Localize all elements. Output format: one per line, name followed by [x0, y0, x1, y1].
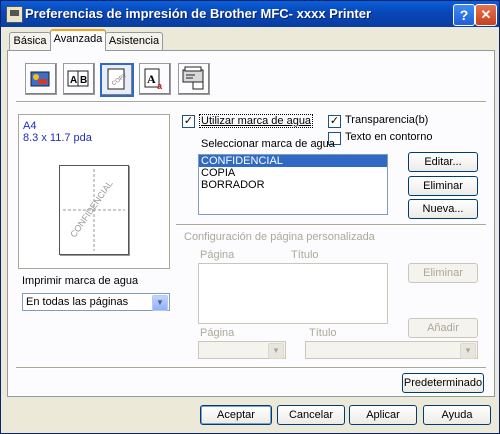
custom-page-settings-label: Configuración de página personalizada [184, 231, 378, 243]
add-page-button: Añadir [408, 318, 478, 338]
cancel-button[interactable]: Cancelar [277, 405, 345, 425]
title-select: ▼ [305, 341, 478, 359]
chevron-down-icon: ▼ [152, 295, 168, 311]
print-watermark-select[interactable]: En todas las páginas ▼ [22, 293, 170, 311]
paper-size: A4 [23, 120, 37, 132]
window-title: Preferencias de impresión de Brother MFC… [25, 6, 372, 21]
divider [176, 224, 486, 226]
svg-text:A: A [147, 72, 156, 86]
help-title-button[interactable]: ? [453, 4, 475, 26]
list-item[interactable]: COPIA [199, 167, 387, 179]
apply-button[interactable]: Aplicar [349, 405, 417, 425]
tab-avanzada[interactable]: Avanzada [50, 29, 106, 51]
chevron-down-icon: ▼ [268, 343, 284, 359]
watermark-listbox[interactable]: CONFIDENCIAL COPIA BORRADOR [198, 154, 388, 215]
divider [16, 367, 486, 369]
duplex-icon[interactable]: AB [63, 63, 95, 95]
device-options-icon[interactable] [178, 63, 210, 95]
svg-text:A: A [70, 75, 77, 86]
outline-text-label: Texto en contorno [345, 131, 433, 143]
color-icon[interactable] [25, 63, 57, 95]
delete-page-button: Eliminar [408, 263, 478, 283]
advanced-tab-panel: AB COPY Aa A4 8.3 x 11.7 pda CONFIDENCIA… [7, 50, 495, 397]
select-watermark-label: Seleccionar marca de agua [201, 138, 335, 150]
tab-basica[interactable]: Básica [9, 32, 51, 50]
list-item[interactable]: CONFIDENCIAL [199, 155, 387, 167]
preview-page: CONFIDENCIAL [59, 165, 129, 255]
page-preview: A4 8.3 x 11.7 pda CONFIDENCIAL [18, 114, 170, 269]
default-button[interactable]: Predeterminado [402, 373, 484, 393]
divider [16, 101, 486, 103]
delete-button[interactable]: Eliminar [408, 176, 478, 196]
use-watermark-checkbox[interactable]: ✓ [182, 115, 195, 128]
printer-icon [6, 6, 23, 23]
new-button[interactable]: Nueva... [408, 199, 478, 219]
chevron-down-icon: ▼ [460, 343, 476, 359]
page-label: Página [200, 327, 235, 339]
title-column-header: Título [291, 249, 319, 261]
page-column-header: Página [200, 249, 235, 261]
transparency-label: Transparencia(b) [345, 114, 429, 126]
title-label: Título [309, 327, 337, 339]
use-watermark-label: Utilizar marca de agua [199, 114, 314, 128]
tab-asistencia[interactable]: Asistencia [105, 32, 163, 50]
ok-button[interactable]: Aceptar [200, 405, 272, 425]
page-select: ▼ [198, 341, 286, 359]
transparency-checkbox[interactable]: ✓ [328, 115, 341, 128]
close-button[interactable]: ✕ [475, 4, 497, 26]
paper-dimensions: 8.3 x 11.7 pda [23, 132, 92, 144]
fonts-icon[interactable]: Aa [139, 63, 171, 95]
custom-page-listbox [198, 263, 388, 324]
print-watermark-value: En todas las páginas [26, 296, 129, 308]
print-watermark-label: Imprimir marca de agua [22, 275, 139, 287]
svg-text:a: a [157, 81, 163, 91]
watermark-icon[interactable]: COPY [100, 63, 134, 97]
print-preferences-window: Preferencias de impresión de Brother MFC… [0, 0, 500, 434]
help-button[interactable]: Ayuda [423, 405, 491, 425]
list-item[interactable]: BORRADOR [199, 179, 387, 191]
edit-button[interactable]: Editar... [408, 152, 478, 172]
svg-text:B: B [80, 75, 87, 86]
title-bar: Preferencias de impresión de Brother MFC… [1, 1, 499, 27]
